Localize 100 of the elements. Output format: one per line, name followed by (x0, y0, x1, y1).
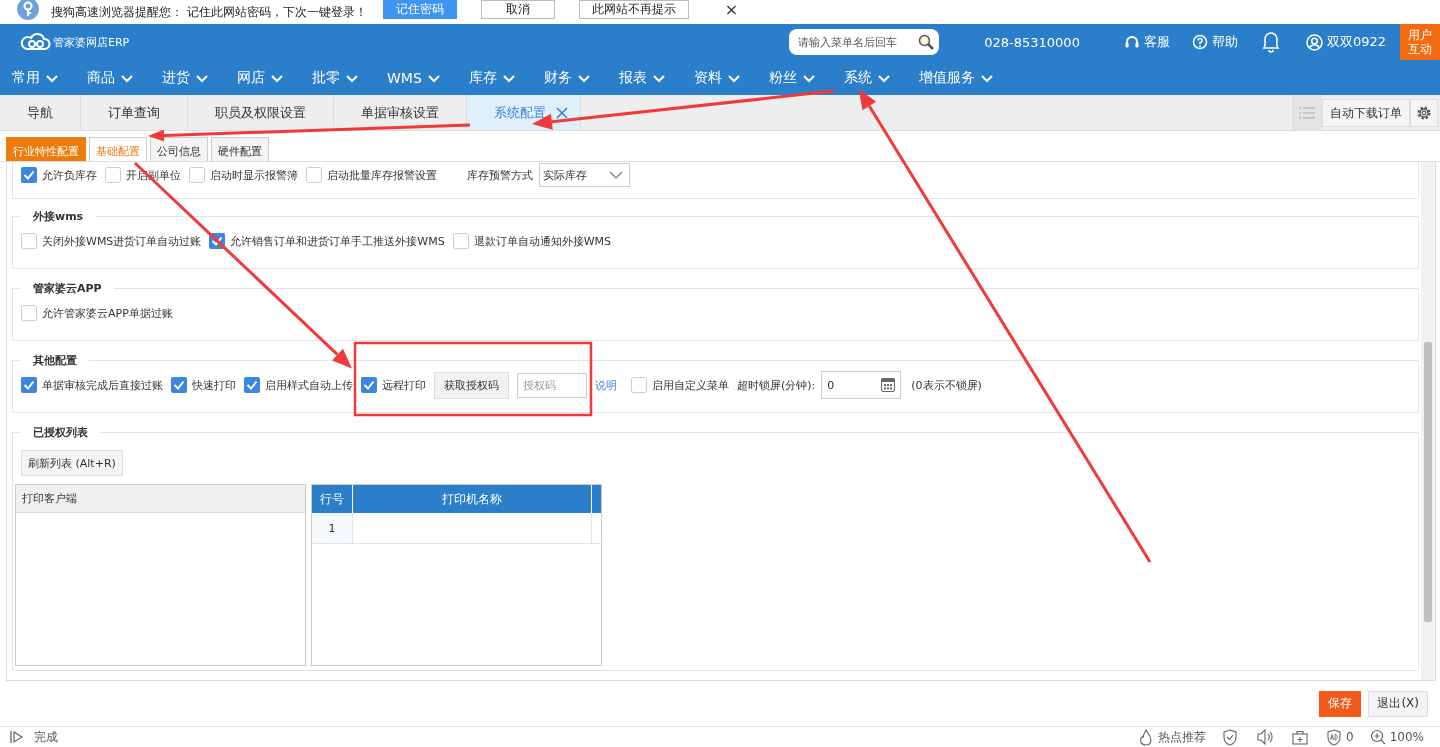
logo-text: 管家婆网店ERP (53, 34, 130, 50)
help-icon (1191, 34, 1208, 50)
prompt-button[interactable]: 此网站不再提示 (578, 0, 689, 19)
dropdown[interactable]: 实际库存 (539, 163, 630, 187)
prompt-button[interactable]: 取消 (480, 0, 555, 19)
ad-shield-icon (1326, 728, 1343, 746)
group-title: 管家婆云APP (32, 281, 103, 296)
get-code-button[interactable]: 获取授权码 (434, 371, 509, 399)
status-text: 完成 (34, 728, 58, 746)
config-tab[interactable]: 硬件配置 (211, 137, 269, 161)
help-link[interactable]: 帮助 (1191, 33, 1238, 51)
refresh-button[interactable]: 刷新列表 (Alt+R) (21, 450, 123, 476)
tab[interactable]: 系统配置 (467, 95, 581, 130)
save-button[interactable]: 保存 (1319, 690, 1362, 717)
shield-icon (1222, 728, 1239, 746)
column-header: 打印客户端 (16, 485, 305, 513)
chevron-down-icon (609, 170, 623, 180)
scrollbar[interactable] (1421, 162, 1435, 680)
auto-download-button[interactable]: 自动下载订单 (1322, 99, 1410, 127)
column-header: 打印机名称 (353, 485, 592, 513)
menu-item[interactable]: 常用 (0, 60, 72, 95)
exit-button[interactable]: 退出(X) (1368, 690, 1428, 717)
checkbox[interactable] (105, 167, 121, 183)
checkbox-label: 快速打印 (192, 377, 236, 393)
search-field[interactable]: 请输入菜单名后回车 (789, 29, 940, 55)
menu-item[interactable]: 批零 (297, 60, 372, 95)
close-icon[interactable] (556, 106, 568, 119)
checkbox[interactable] (189, 167, 205, 183)
checkbox-label: 单据审核完成后直接过账 (42, 377, 163, 393)
menu-item[interactable]: 库存 (453, 60, 529, 95)
calendar-icon (881, 378, 896, 392)
field-label: 超时锁屏(分钟): (737, 377, 816, 393)
user-interaction-button[interactable]: 用户互动 (1400, 24, 1440, 60)
toolbox-icon (1292, 729, 1309, 745)
menu-item[interactable]: 商品 (72, 60, 147, 95)
checkbox[interactable] (171, 377, 187, 393)
menu-item[interactable]: WMS (372, 60, 454, 95)
checkbox-label: 允许销售订单和进货订单手工推送外接WMS (230, 233, 445, 249)
checkbox[interactable] (306, 167, 322, 183)
checkbox[interactable] (452, 233, 469, 249)
group-title: 其他配置 (32, 353, 78, 368)
ad-block-indicator[interactable]: 0 (1326, 728, 1354, 746)
checkbox[interactable] (361, 377, 377, 393)
service-link[interactable]: 客服 (1123, 33, 1170, 51)
list-button[interactable] (1292, 95, 1322, 130)
checkbox[interactable] (21, 377, 37, 393)
settings-icon (1416, 105, 1432, 121)
settings-button[interactable] (1410, 99, 1438, 127)
checkbox-label: 关闭外接WMS进货订单自动过账 (42, 233, 202, 249)
menu-item[interactable]: 资料 (678, 60, 754, 95)
help-link[interactable]: 说明 (595, 377, 617, 393)
checkbox[interactable] (21, 305, 37, 321)
close-button[interactable]: × (712, 0, 751, 19)
field-label: (0表示不锁屏) (911, 377, 982, 393)
menu-item[interactable]: 网店 (222, 60, 297, 95)
checkbox[interactable] (21, 233, 37, 249)
menu-item[interactable]: 系统 (828, 60, 904, 95)
tab[interactable]: 导航 (0, 95, 81, 130)
code-field[interactable]: 授权码 (517, 372, 587, 398)
play-icon (10, 730, 24, 744)
tab[interactable]: 职员及权限设置 (188, 95, 334, 130)
list-icon (1298, 105, 1316, 120)
phone-number: 028-85310000 (984, 34, 1080, 50)
speaker-icon (1256, 729, 1275, 745)
config-tab[interactable]: 行业特性配置 (6, 137, 86, 161)
menu-item[interactable]: 报表 (603, 60, 679, 95)
user-menu[interactable]: 双双0922 (1305, 33, 1386, 51)
config-tab[interactable]: 公司信息 (150, 137, 208, 161)
checkbox[interactable] (244, 377, 260, 393)
user-icon (1305, 33, 1323, 51)
checkbox-label: 允许负库存 (42, 167, 97, 183)
checkbox-label: 远程打印 (382, 377, 426, 393)
headset-icon (1123, 34, 1140, 50)
prompt-button[interactable]: 记住密码 (382, 0, 457, 19)
group-title: 外接wms (32, 209, 85, 224)
checkbox-label: 允许管家婆云APP单据过账 (42, 305, 173, 321)
checkbox[interactable] (21, 167, 37, 183)
group-title: 已授权列表 (32, 425, 89, 440)
field-label: 库存预警方式 (467, 167, 533, 183)
checkbox-label: 启动批量库存报警设置 (327, 167, 437, 183)
search-icon (918, 34, 935, 50)
menu-item[interactable]: 进货 (147, 60, 222, 95)
flame-icon (1138, 728, 1155, 746)
checkbox-label: 退款订单自动通知外接WMS (473, 233, 612, 249)
prompt-message: 搜狗高速浏览器提醒您： 记住此网站密码，下次一键登录！ (51, 3, 367, 21)
checkbox[interactable] (631, 377, 647, 393)
checkbox-label: 启动时显示报警簿 (210, 167, 298, 183)
checkbox-label: 启用自定义菜单 (652, 377, 729, 393)
cloud-logo-icon (19, 33, 51, 51)
zoom-level[interactable]: 100% (1369, 729, 1424, 745)
hot-topics-link[interactable]: 热点推荐 (1138, 728, 1207, 746)
table-cell: 1 (312, 513, 353, 543)
menu-item[interactable]: 增值服务 (903, 60, 1007, 95)
tab[interactable]: 订单查询 (81, 95, 188, 130)
checkbox-label: 启用样式自动上传 (265, 377, 353, 393)
config-tab[interactable]: 基础配置 (89, 137, 147, 161)
scrollbar-thumb[interactable] (1424, 342, 1432, 622)
menu-item[interactable]: 粉丝 (753, 60, 829, 95)
number-field[interactable]: 0 (821, 371, 902, 399)
menu-item[interactable]: 财务 (528, 60, 604, 95)
